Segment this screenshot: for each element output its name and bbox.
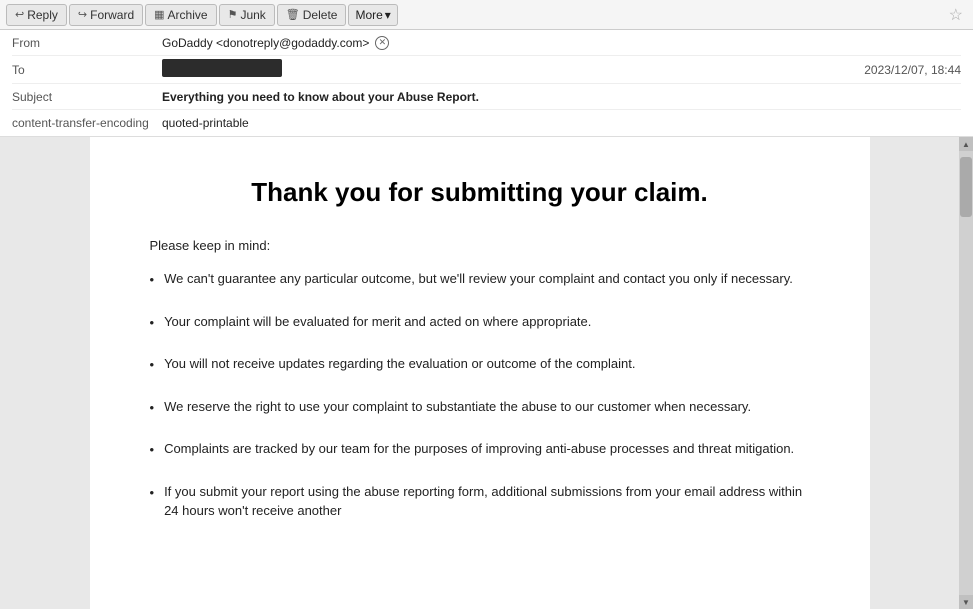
bullet-icon: •	[150, 483, 155, 503]
from-value: GoDaddy <donotreply@godaddy.com> ✕	[162, 36, 961, 50]
list-item: • We reserve the right to use your compla…	[150, 397, 810, 418]
chevron-down-icon: ▾	[385, 8, 391, 22]
forward-icon: ↪	[78, 8, 87, 21]
bullet-icon: •	[150, 313, 155, 333]
bullet-text: We can't guarantee any particular outcom…	[164, 269, 793, 289]
scrollbar-track[interactable]: ▲ ▼	[959, 137, 973, 609]
bullet-text: You will not receive updates regarding t…	[164, 354, 635, 374]
encoding-row: content-transfer-encoding quoted-printab…	[12, 110, 961, 136]
email-body-container: Thank you for submitting your claim. Ple…	[0, 137, 973, 609]
to-label: To	[12, 63, 162, 77]
delete-button[interactable]: 🗑 Delete	[277, 4, 347, 26]
archive-button[interactable]: ▦ Archive	[145, 4, 216, 26]
scrollbar-arrow-up[interactable]: ▲	[959, 137, 973, 151]
subject-label: Subject	[12, 90, 162, 104]
email-intro: Please keep in mind:	[150, 238, 810, 253]
star-icon: ☆	[949, 7, 963, 24]
email-headers: From GoDaddy <donotreply@godaddy.com> ✕ …	[0, 30, 973, 137]
bullet-icon: •	[150, 355, 155, 375]
email-date: 2023/12/07, 18:44	[864, 63, 961, 77]
bullet-icon: •	[150, 398, 155, 418]
archive-label: Archive	[168, 8, 208, 22]
encoding-label: content-transfer-encoding	[12, 116, 162, 130]
reply-icon: ↩	[15, 8, 24, 21]
bullet-text: Your complaint will be evaluated for mer…	[164, 312, 591, 332]
from-address: GoDaddy <donotreply@godaddy.com>	[162, 36, 369, 50]
subject-value: Everything you need to know about your A…	[162, 90, 961, 104]
scrollbar-arrow-down[interactable]: ▼	[959, 595, 973, 609]
bullet-text: We reserve the right to use your complai…	[164, 397, 751, 417]
junk-label: Junk	[240, 8, 265, 22]
email-bullet-list: • We can't guarantee any particular outco…	[150, 269, 810, 521]
delete-icon: 🗑	[286, 8, 300, 21]
list-item: • You will not receive updates regarding …	[150, 354, 810, 375]
email-body: Thank you for submitting your claim. Ple…	[90, 137, 870, 609]
bullet-text: Complaints are tracked by our team for t…	[164, 439, 794, 459]
bullet-text: If you submit your report using the abus…	[164, 482, 809, 521]
encoding-value: quoted-printable	[162, 116, 961, 130]
recipient-blocked	[162, 59, 282, 77]
delete-label: Delete	[303, 8, 338, 22]
subject-row: Subject Everything you need to know abou…	[12, 84, 961, 110]
to-value	[162, 59, 864, 80]
block-sender-icon[interactable]: ✕	[375, 36, 389, 50]
list-item: • Your complaint will be evaluated for me…	[150, 312, 810, 333]
archive-icon: ▦	[154, 8, 164, 21]
more-label: More	[355, 8, 382, 22]
list-item: • Complaints are tracked by our team for …	[150, 439, 810, 460]
email-toolbar: ↩ Reply ↪ Forward ▦ Archive ⚑ Junk 🗑 Del…	[0, 0, 973, 30]
email-title: Thank you for submitting your claim.	[150, 177, 810, 208]
forward-label: Forward	[90, 8, 134, 22]
more-button[interactable]: More ▾	[348, 4, 397, 26]
star-button[interactable]: ☆	[945, 5, 967, 25]
bullet-icon: •	[150, 440, 155, 460]
reply-button[interactable]: ↩ Reply	[6, 4, 67, 26]
junk-icon: ⚑	[228, 8, 238, 21]
junk-button[interactable]: ⚑ Junk	[219, 4, 275, 26]
forward-button[interactable]: ↪ Forward	[69, 4, 143, 26]
reply-label: Reply	[27, 8, 58, 22]
from-label: From	[12, 36, 162, 50]
bullet-icon: •	[150, 270, 155, 290]
to-row: To 2023/12/07, 18:44	[12, 56, 961, 84]
list-item: • We can't guarantee any particular outco…	[150, 269, 810, 290]
email-scroll-area[interactable]: Thank you for submitting your claim. Ple…	[0, 137, 959, 609]
list-item: • If you submit your report using the abu…	[150, 482, 810, 521]
from-row: From GoDaddy <donotreply@godaddy.com> ✕	[12, 30, 961, 56]
scrollbar-thumb[interactable]	[960, 157, 972, 217]
